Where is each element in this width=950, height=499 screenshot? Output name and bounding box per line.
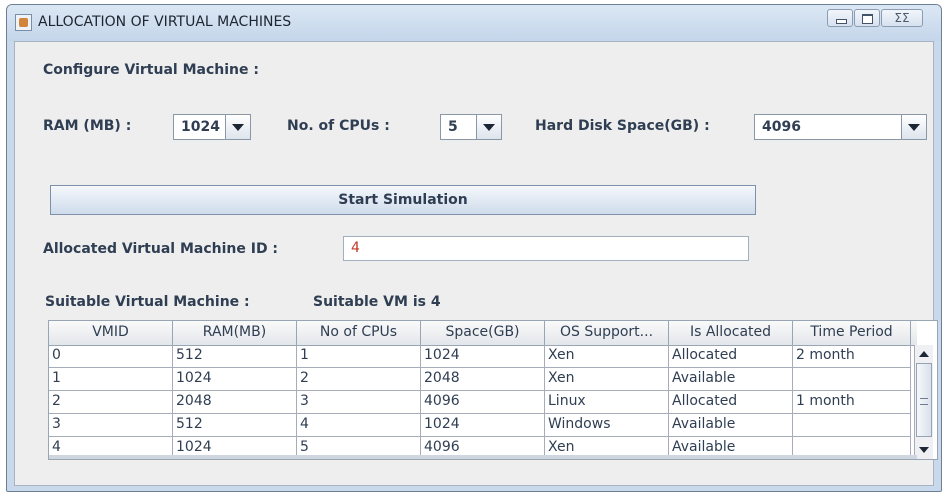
table-row[interactable]: 3 512 4 1024 Windows Available	[49, 414, 911, 437]
scroll-up-arrow-icon[interactable]	[915, 345, 933, 363]
table-cell[interactable]: Xen	[545, 345, 669, 367]
cpus-label: No. of CPUs :	[287, 118, 390, 134]
close-icon: ΣΣ	[894, 11, 910, 25]
configure-heading: Configure Virtual Machine :	[43, 62, 259, 78]
column-header-ram[interactable]: RAM(MB)	[173, 321, 297, 345]
chevron-down-icon[interactable]	[901, 115, 926, 139]
table-cell[interactable]: 512	[173, 414, 297, 436]
disk-select-value: 4096	[762, 119, 801, 135]
table-cell[interactable]: Windows	[545, 414, 669, 436]
column-header-time-period[interactable]: Time Period	[793, 321, 911, 345]
main-panel: Configure Virtual Machine : RAM (MB) : 1…	[14, 41, 938, 486]
disk-label: Hard Disk Space(GB) :	[535, 118, 710, 134]
table-cell[interactable]: 2	[49, 391, 173, 413]
table-header: VMID RAM(MB) No of CPUs Space(GB) OS Sup…	[49, 321, 917, 346]
minimize-button[interactable]	[827, 9, 853, 27]
table-cell[interactable]: 4	[297, 414, 421, 436]
column-header-vmid[interactable]: VMID	[49, 321, 173, 345]
table-cell[interactable]: 3	[297, 391, 421, 413]
table-cell[interactable]: Linux	[545, 391, 669, 413]
table-row[interactable]: 2 2048 3 4096 Linux Allocated 1 month	[49, 391, 911, 414]
vm-table: VMID RAM(MB) No of CPUs Space(GB) OS Sup…	[48, 320, 938, 460]
column-header-os-support[interactable]: OS Support...	[545, 321, 669, 345]
cpus-select[interactable]: 5	[440, 114, 502, 140]
table-vertical-scrollbar[interactable]	[914, 345, 933, 459]
close-button[interactable]: ΣΣ	[881, 9, 923, 27]
disk-select[interactable]: 4096	[754, 114, 927, 140]
ram-select[interactable]: 1024	[173, 114, 251, 140]
table-cell[interactable]: 1024	[173, 368, 297, 390]
table-cell[interactable]: 0	[49, 345, 173, 367]
table-cell[interactable]: 2048	[421, 368, 545, 390]
scrollbar-thumb[interactable]	[916, 363, 932, 437]
table-cell[interactable]: Allocated	[669, 391, 793, 413]
table-cell[interactable]	[793, 414, 911, 436]
table-body: 0 512 1 1024 Xen Allocated 2 month 1 102…	[49, 345, 911, 459]
maximize-button[interactable]	[854, 9, 880, 27]
allocated-vm-id-field[interactable]: 4	[343, 236, 749, 261]
ram-select-value: 1024	[181, 119, 220, 135]
table-row[interactable]: 1 1024 2 2048 Xen Available	[49, 368, 911, 391]
start-simulation-button[interactable]: Start Simulation	[50, 185, 756, 215]
table-cell[interactable]: 3	[49, 414, 173, 436]
column-header-is-allocated[interactable]: Is Allocated	[669, 321, 793, 345]
table-cell[interactable]: 2048	[173, 391, 297, 413]
table-cell[interactable]: Xen	[545, 368, 669, 390]
table-cell[interactable]: 2	[297, 368, 421, 390]
chevron-down-icon[interactable]	[225, 115, 250, 139]
ram-label: RAM (MB) :	[43, 118, 132, 134]
suitable-vm-label: Suitable Virtual Machine :	[45, 294, 250, 310]
table-cell[interactable]: Available	[669, 368, 793, 390]
table-cell[interactable]: 1 month	[793, 391, 911, 413]
table-cell[interactable]: 4096	[421, 391, 545, 413]
table-cell[interactable]: 1	[297, 345, 421, 367]
table-cell[interactable]: Available	[669, 414, 793, 436]
table-horizontal-scrollbar[interactable]	[49, 455, 917, 459]
allocated-vm-label: Allocated Virtual Machine ID :	[43, 241, 279, 257]
table-cell[interactable]: Allocated	[669, 345, 793, 367]
allocated-vm-id-value: 4	[351, 240, 360, 256]
column-header-space[interactable]: Space(GB)	[421, 321, 545, 345]
table-row[interactable]: 0 512 1 1024 Xen Allocated 2 month	[49, 345, 911, 368]
table-cell[interactable]	[793, 368, 911, 390]
column-header-cpus[interactable]: No of CPUs	[297, 321, 421, 345]
chevron-down-icon[interactable]	[476, 115, 501, 139]
table-cell[interactable]: 2 month	[793, 345, 911, 367]
window-title: ALLOCATION OF VIRTUAL MACHINES	[38, 14, 292, 30]
table-cell[interactable]: 512	[173, 345, 297, 367]
suitable-vm-value: Suitable VM is 4	[313, 294, 441, 310]
scroll-down-arrow-icon[interactable]	[915, 441, 933, 459]
table-cell[interactable]: 1024	[421, 414, 545, 436]
table-cell[interactable]: 1	[49, 368, 173, 390]
java-app-icon	[15, 14, 32, 31]
app-window: ALLOCATION OF VIRTUAL MACHINES ΣΣ Config…	[6, 4, 942, 492]
cpus-select-value: 5	[448, 119, 458, 135]
title-bar[interactable]: ALLOCATION OF VIRTUAL MACHINES ΣΣ	[7, 5, 941, 41]
table-cell[interactable]: 1024	[421, 345, 545, 367]
